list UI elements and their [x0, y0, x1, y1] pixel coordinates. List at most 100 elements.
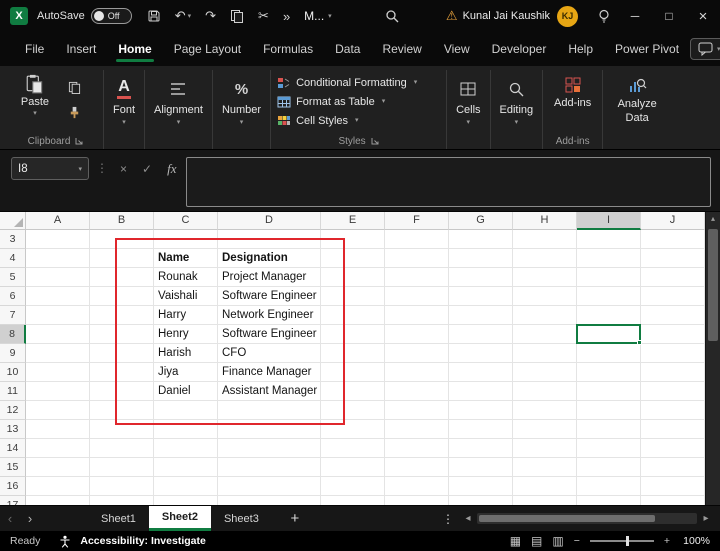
- cell-A9[interactable]: [26, 344, 90, 363]
- addins-button[interactable]: Add-ins: [554, 70, 591, 109]
- document-menu-button[interactable]: M...▾: [297, 0, 339, 32]
- cell-J17[interactable]: [641, 496, 705, 505]
- cell-C9[interactable]: Harish: [154, 344, 218, 363]
- horizontal-scroll-track[interactable]: [477, 513, 697, 524]
- cell-D5[interactable]: Project Manager: [218, 268, 321, 287]
- cell-D11[interactable]: Assistant Manager: [218, 382, 321, 401]
- column-header-C[interactable]: C: [154, 212, 218, 230]
- cell-F7[interactable]: [385, 306, 449, 325]
- cell-E16[interactable]: [321, 477, 385, 496]
- cell-I15[interactable]: [577, 458, 641, 477]
- cell-I13[interactable]: [577, 420, 641, 439]
- cell-E13[interactable]: [321, 420, 385, 439]
- cell-B8[interactable]: [90, 325, 154, 344]
- redo-button[interactable]: ↷: [198, 0, 223, 32]
- cell-D7[interactable]: Network Engineer: [218, 306, 321, 325]
- cell-I3[interactable]: [577, 230, 641, 249]
- menu-tab-page-layout[interactable]: Page Layout: [163, 32, 252, 66]
- cell-G5[interactable]: [449, 268, 513, 287]
- cell-B10[interactable]: [90, 363, 154, 382]
- cell-J5[interactable]: [641, 268, 705, 287]
- row-header-15[interactable]: 15: [0, 458, 26, 477]
- cell-G15[interactable]: [449, 458, 513, 477]
- cell-I7[interactable]: [577, 306, 641, 325]
- cells-group-button[interactable]: Cells ▾: [447, 70, 490, 149]
- cell-F17[interactable]: [385, 496, 449, 505]
- menu-tab-power-pivot[interactable]: Power Pivot: [604, 32, 690, 66]
- row-header-13[interactable]: 13: [0, 420, 26, 439]
- cell-C11[interactable]: Daniel: [154, 382, 218, 401]
- undo-button[interactable]: ↶▾: [168, 0, 198, 32]
- cell-F11[interactable]: [385, 382, 449, 401]
- lightbulb-button[interactable]: [590, 0, 618, 32]
- excel-logo-icon[interactable]: X: [10, 7, 28, 25]
- cell-H7[interactable]: [513, 306, 577, 325]
- row-header-14[interactable]: 14: [0, 439, 26, 458]
- zoom-in-button[interactable]: +: [664, 535, 670, 547]
- row-header-4[interactable]: 4: [0, 249, 26, 268]
- cell-H9[interactable]: [513, 344, 577, 363]
- cell-F8[interactable]: [385, 325, 449, 344]
- cell-J8[interactable]: [641, 325, 705, 344]
- page-layout-view-button[interactable]: ▤: [531, 534, 542, 548]
- cell-D17[interactable]: [218, 496, 321, 505]
- cell-A3[interactable]: [26, 230, 90, 249]
- cell-F13[interactable]: [385, 420, 449, 439]
- row-header-8[interactable]: 8: [0, 325, 26, 344]
- row-header-5[interactable]: 5: [0, 268, 26, 287]
- cell-B5[interactable]: [90, 268, 154, 287]
- cell-G12[interactable]: [449, 401, 513, 420]
- add-sheet-button[interactable]: +: [280, 506, 310, 531]
- cell-E12[interactable]: [321, 401, 385, 420]
- cell-F4[interactable]: [385, 249, 449, 268]
- row-header-16[interactable]: 16: [0, 477, 26, 496]
- row-header-17[interactable]: 17: [0, 496, 26, 505]
- cell-B7[interactable]: [90, 306, 154, 325]
- cell-C3[interactable]: [154, 230, 218, 249]
- paste-button[interactable]: Paste ▾: [12, 70, 58, 133]
- horizontal-scroll-thumb[interactable]: [479, 515, 655, 522]
- menu-tab-review[interactable]: Review: [371, 32, 432, 66]
- cell-A6[interactable]: [26, 287, 90, 306]
- cell-G10[interactable]: [449, 363, 513, 382]
- cell-G4[interactable]: [449, 249, 513, 268]
- cell-G13[interactable]: [449, 420, 513, 439]
- cell-H4[interactable]: [513, 249, 577, 268]
- column-header-B[interactable]: B: [90, 212, 154, 230]
- vertical-scroll-thumb[interactable]: [708, 229, 718, 341]
- cell-A5[interactable]: [26, 268, 90, 287]
- comments-button[interactable]: ▾: [690, 38, 720, 60]
- cell-J14[interactable]: [641, 439, 705, 458]
- menu-tab-file[interactable]: File: [14, 32, 55, 66]
- cell-H14[interactable]: [513, 439, 577, 458]
- column-header-H[interactable]: H: [513, 212, 577, 230]
- conditional-formatting-button[interactable]: Conditional Formatting ▾: [277, 73, 446, 92]
- cell-I5[interactable]: [577, 268, 641, 287]
- cell-G8[interactable]: [449, 325, 513, 344]
- row-header-6[interactable]: 6: [0, 287, 26, 306]
- cell-A4[interactable]: [26, 249, 90, 268]
- vertical-scrollbar[interactable]: ▴: [705, 212, 720, 505]
- cell-B6[interactable]: [90, 287, 154, 306]
- cell-A11[interactable]: [26, 382, 90, 401]
- editing-group-button[interactable]: Editing ▾: [491, 70, 544, 149]
- zoom-slider-handle[interactable]: [626, 536, 629, 546]
- cell-C15[interactable]: [154, 458, 218, 477]
- column-header-A[interactable]: A: [26, 212, 90, 230]
- sheet-tab-sheet1[interactable]: Sheet1: [88, 506, 149, 531]
- cell-D10[interactable]: Finance Manager: [218, 363, 321, 382]
- sheet-nav-left-button[interactable]: ‹: [0, 506, 20, 531]
- cell-J12[interactable]: [641, 401, 705, 420]
- name-box[interactable]: I8 ▾: [11, 157, 89, 180]
- menu-tab-help[interactable]: Help: [557, 32, 604, 66]
- cell-I14[interactable]: [577, 439, 641, 458]
- cell-C16[interactable]: [154, 477, 218, 496]
- cell-B14[interactable]: [90, 439, 154, 458]
- cell-J13[interactable]: [641, 420, 705, 439]
- sheet-tab-sheet2[interactable]: Sheet2: [149, 506, 211, 531]
- column-header-E[interactable]: E: [321, 212, 385, 230]
- cell-E8[interactable]: [321, 325, 385, 344]
- cell-E11[interactable]: [321, 382, 385, 401]
- styles-dialog-launcher-icon[interactable]: [371, 137, 379, 145]
- cell-E5[interactable]: [321, 268, 385, 287]
